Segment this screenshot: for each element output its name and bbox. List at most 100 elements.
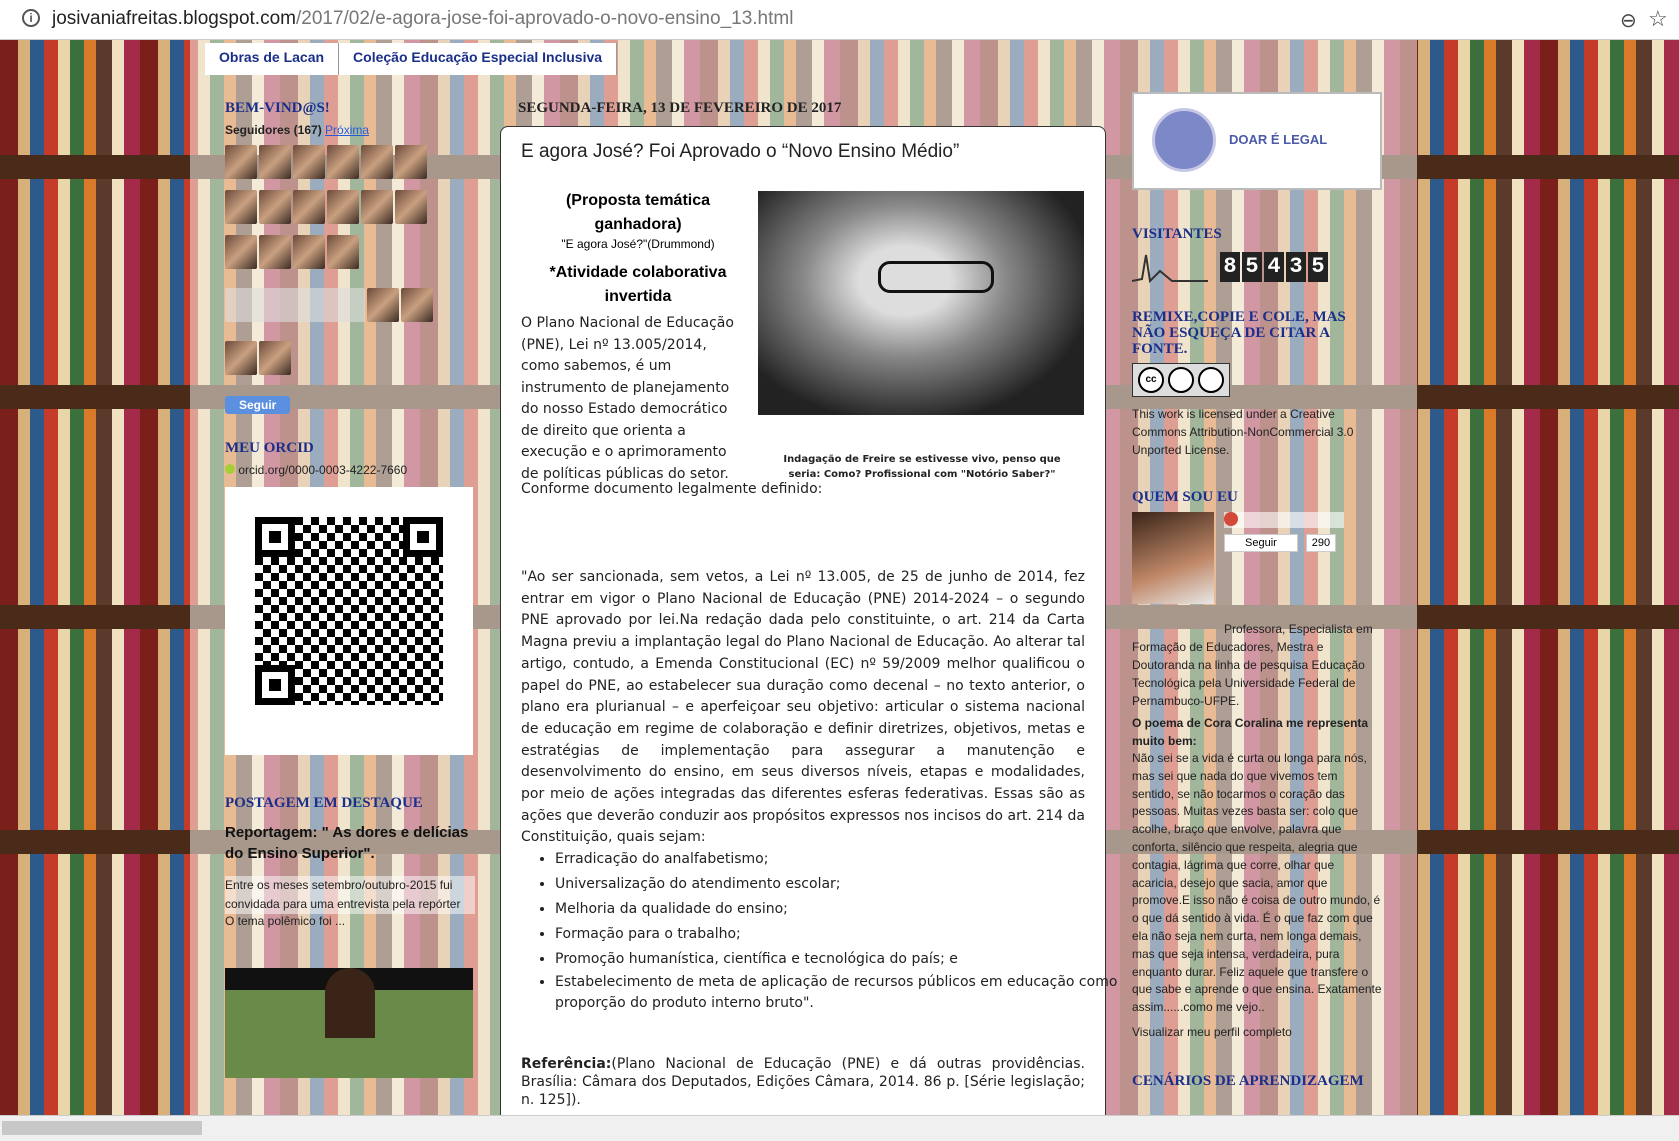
goal-item: Promoção humanística, científica e tecno… [555,947,1119,972]
activity-heading: *Atividade colaborativa invertida [549,264,727,305]
follower-avatar[interactable] [225,235,257,269]
follower-avatar[interactable] [401,288,433,322]
follower-avatar[interactable] [293,145,325,179]
donate-logo [1152,108,1216,172]
followers-grid [225,145,465,386]
visitor-graph [1132,254,1208,283]
scenarios-title: CENÁRIOS DE APRENDIZAGEM [1132,1072,1364,1089]
reference: Referência:(Plano Nacional de Educação (… [521,1055,1085,1109]
visitor-counter: 85435 [1220,252,1330,282]
visitors-widget: 85435 [1132,251,1382,283]
gplus-follow-button[interactable]: Seguir [1224,534,1298,552]
follower-avatar[interactable] [259,235,291,269]
poem: Não sei se a vida é curta ou longa para … [1132,751,1382,1015]
follow-button[interactable]: Seguir [225,396,291,414]
gplus-follow-count: 290 [1305,534,1337,552]
orcid-icon [225,464,235,474]
follower-avatar[interactable] [367,288,399,322]
featured-post-title[interactable]: Reportagem: " As dores e delícias do Ens… [225,822,475,864]
url-path: /2017/02/e-agora-jose-foi-aprovado-o-nov… [295,8,794,29]
goal-item: Formação para o trabalho; [555,922,1119,947]
qr-finder [403,517,443,557]
qr-code [225,487,473,755]
featured-image[interactable] [225,968,473,1078]
post-quote: "Ao ser sancionada, sem vetos, a Lei nº … [521,569,1085,846]
proposal-sub: "E agora José?"(Drummond) [561,237,715,251]
counter-digit: 3 [1286,252,1306,282]
profile-photo[interactable] [1132,512,1214,604]
photo-caption: Indagação de Freire se estivesse vivo, p… [783,454,1061,480]
url-text[interactable]: josivaniafreitas.blogspot.com/2017/02/e-… [52,8,793,30]
who-title: QUEM SOU EU [1132,489,1238,505]
follower-avatar[interactable] [259,145,291,179]
follower-avatar[interactable] [327,145,359,179]
featured-title: POSTAGEM EM DESTAQUE [225,795,423,811]
follower-avatar[interactable] [293,190,325,224]
broken-image [225,288,365,322]
goal-item: Estabelecimento de meta de aplicação de … [555,972,1119,1014]
followers-count: Seguidores (167) [225,123,322,137]
follower-avatar[interactable] [259,190,291,224]
follower-avatar[interactable] [225,145,257,179]
person-silhouette [325,968,375,1038]
follower-avatar[interactable] [225,341,257,375]
tab-obras-lacan[interactable]: Obras de Lacan [205,43,340,75]
post-container: E agora José? Foi Aprovado o “Novo Ensin… [500,126,1117,1126]
profile-link[interactable]: Visualizar meu perfil completo [1132,1025,1382,1039]
cc-icon: cc [1138,367,1164,393]
goals-list: Erradicação do analfabetismo; Universali… [521,847,1119,1014]
follower-avatar[interactable] [225,190,257,224]
goal-item: Universalização do atendimento escolar; [555,872,1119,897]
scrollbar-thumb[interactable] [2,1121,202,1135]
horizontal-scrollbar[interactable] [0,1115,1679,1141]
follower-avatar[interactable] [361,145,393,179]
counter-digit: 8 [1220,252,1240,282]
cc-badge[interactable]: cc [1132,363,1230,397]
right-sidebar: DOAR É LEGAL VISITANTES 85435 REMIXE,COP… [1132,92,1382,1090]
orcid-link[interactable]: orcid.org/0000-0003-4222-7660 [238,463,407,477]
follower-avatar[interactable] [395,190,427,224]
zoom-icon[interactable]: ⊖ [1620,8,1637,33]
gplus-row [1224,512,1344,528]
top-tabs: Obras de Lacan Coleção Educação Especial… [205,43,618,75]
profile-block: Seguir 290 [1132,512,1382,612]
donate-text: DOAR É LEGAL [1229,132,1328,147]
bookmark-star-icon[interactable]: ☆ [1648,6,1668,32]
freire-photo[interactable] [758,191,1084,415]
welcome-title: BEM-VIND@S! [225,100,330,116]
left-sidebar: BEM-VIND@S! Seguidores (167) Próxima Seg… [225,100,475,1078]
poem-heading: O poema de Cora Coralina me representa m… [1132,716,1369,748]
nc-icon [1198,367,1224,393]
orcid-title: MEU ORCID [225,440,314,456]
featured-excerpt: Entre os meses setembro/outubro-2015 fui… [225,876,475,914]
remix-title: REMIXE,COPIE E COLE, MAS NÃO ESQUEÇA DE … [1132,309,1346,357]
followers-label: Seguidores (167) Próxima [225,123,475,137]
url-host: josivaniafreitas.blogspot.com [52,8,296,29]
follower-avatar[interactable] [327,190,359,224]
address-bar[interactable]: i josivaniafreitas.blogspot.com/2017/02/… [0,0,1679,40]
donate-banner[interactable]: DOAR É LEGAL [1132,92,1382,190]
proposal-heading: (Proposta temática ganhadora) [565,192,711,233]
orcid-row: orcid.org/0000-0003-4222-7660 [225,463,475,477]
qr-finder [255,517,295,557]
follower-avatar[interactable] [293,235,325,269]
proposal-block: (Proposta temática ganhadora) "E agora J… [521,189,755,309]
visitors-title: VISITANTES [1132,226,1222,242]
follower-avatar[interactable] [259,341,291,375]
follower-avatar[interactable] [327,235,359,269]
post-date: SEGUNDA-FEIRA, 13 DE FEVEREIRO DE 2017 [518,100,842,116]
featured-excerpt-2: O tema polêmico foi ... [225,914,346,928]
tab-educacao-especial[interactable]: Coleção Educação Especial Inclusiva [339,43,618,75]
goal-item: Erradicação do analfabetismo; [555,847,1119,872]
follower-avatar[interactable] [395,145,427,179]
follower-avatar[interactable] [361,190,393,224]
info-icon[interactable]: i [22,9,40,27]
license-text[interactable]: This work is licensed under a Creative C… [1132,405,1382,459]
counter-digit: 4 [1264,252,1284,282]
counter-digit: 5 [1308,252,1328,282]
followers-next-link[interactable]: Próxima [325,123,369,137]
gplus-follow: Seguir 290 [1224,534,1337,552]
counter-digit: 5 [1242,252,1262,282]
post-intro: O Plano Nacional de Educação (PNE), Lei … [521,315,734,482]
qr-finder [255,665,295,705]
